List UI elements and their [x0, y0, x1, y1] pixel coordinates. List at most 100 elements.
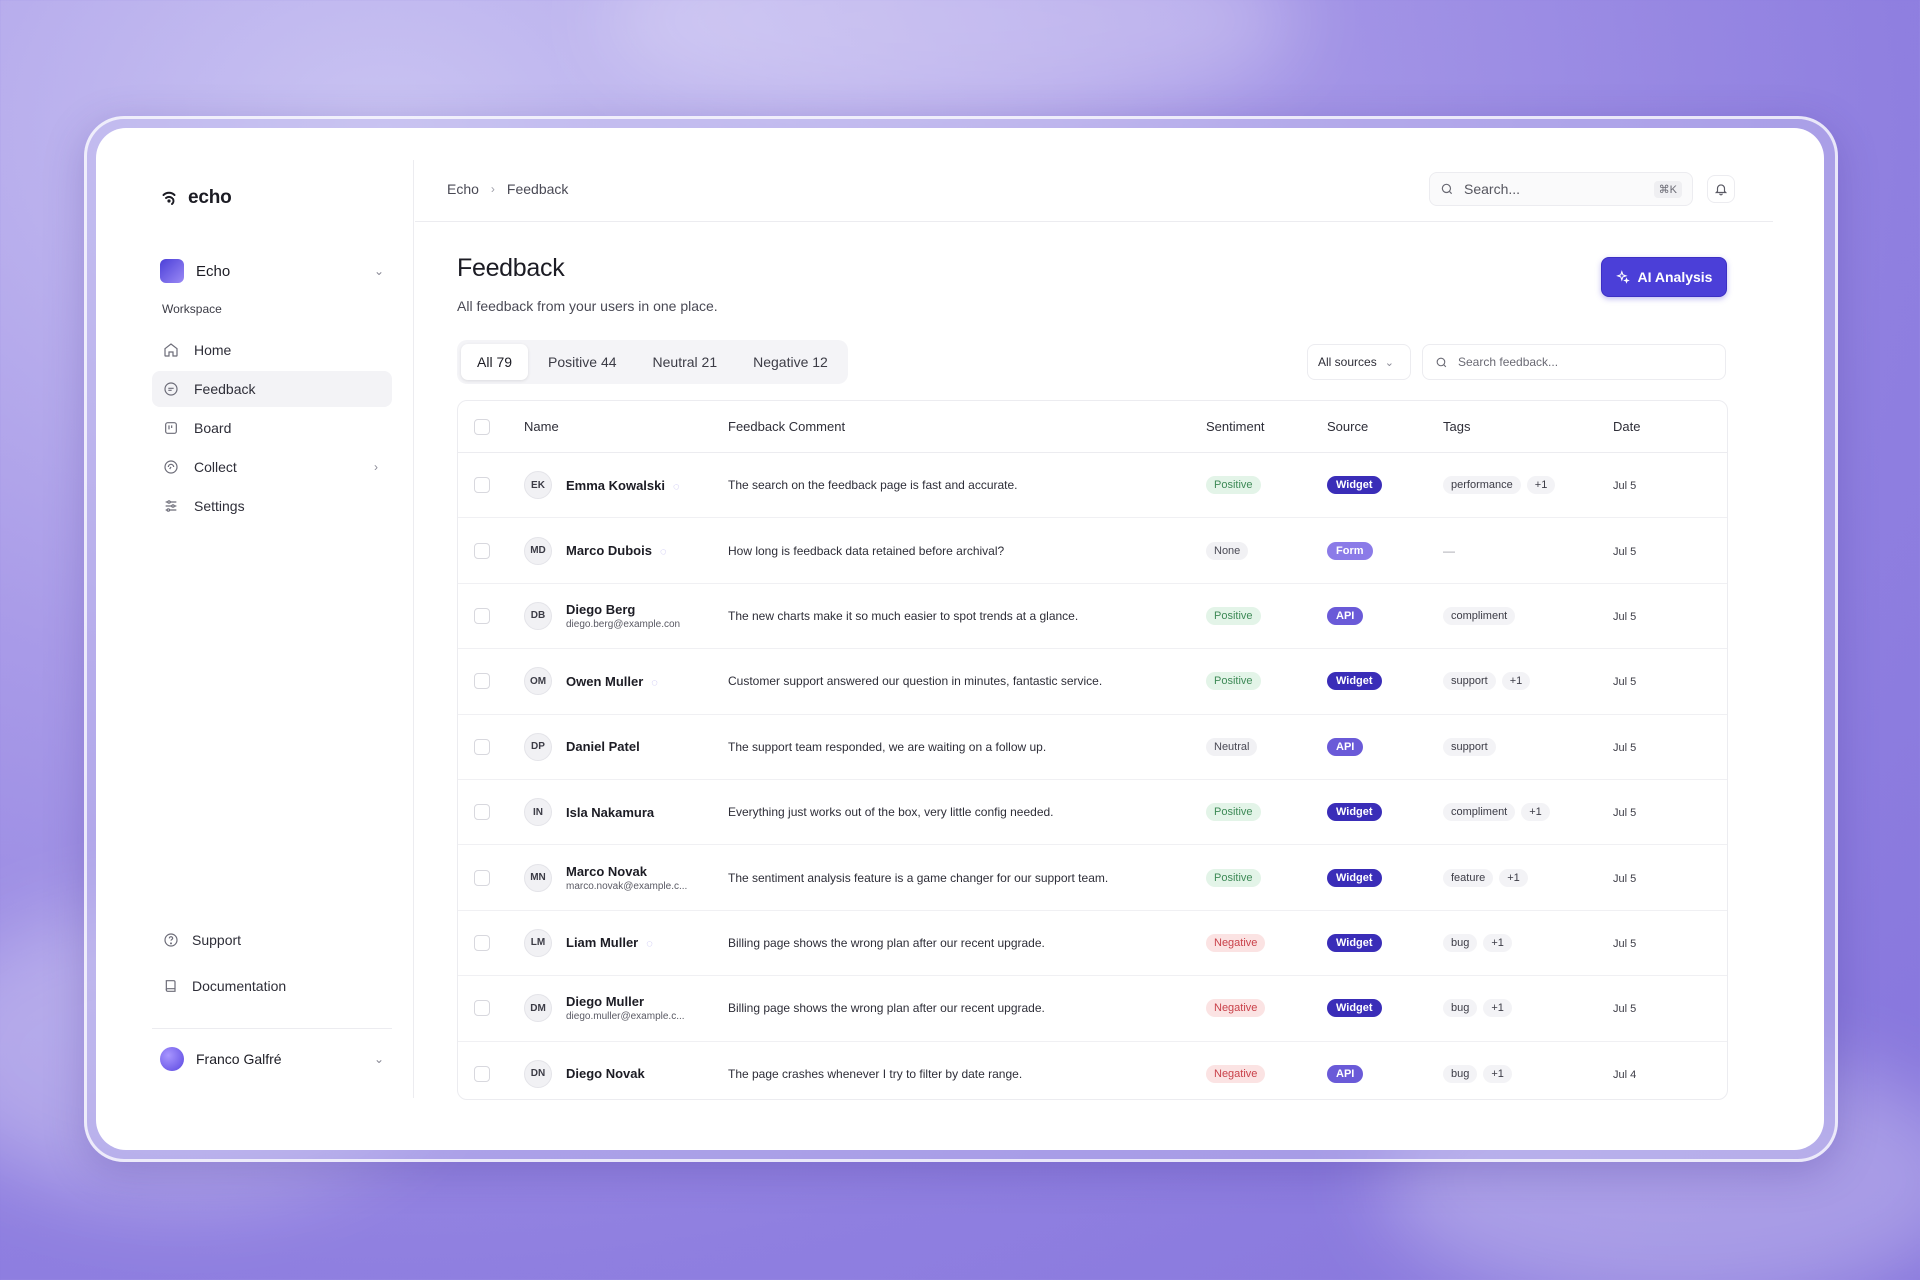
tag-badge[interactable]: bug — [1443, 999, 1478, 1018]
table-row[interactable]: OM Owen Muller ◌ Customer support answered … — [458, 649, 1727, 715]
row-comment: How long is feedback data retained befor… — [728, 543, 1005, 558]
sidebar-item-board[interactable]: Board — [152, 410, 392, 446]
tag-badge[interactable]: +1 — [1483, 933, 1512, 952]
workspace-switcher[interactable]: Echo ⌄ — [160, 258, 384, 284]
tag-badge[interactable]: +1 — [1499, 868, 1528, 887]
tag-badge[interactable]: compliment — [1443, 606, 1516, 625]
source-badge: API — [1327, 737, 1364, 756]
row-date: Jul 5 — [1613, 1003, 1637, 1016]
breadcrumb-item-echo[interactable]: Echo — [447, 181, 479, 197]
tab-negative[interactable]: Negative 12 — [737, 344, 844, 380]
notifications-button[interactable] — [1707, 175, 1735, 203]
tag-badge[interactable]: feature — [1443, 868, 1494, 887]
table-row[interactable]: MD Marco Dubois ◌ How long is feedback data… — [458, 518, 1727, 584]
search-shortcut: ⌘K — [1653, 180, 1682, 198]
tag-badge[interactable]: compliment — [1443, 803, 1516, 822]
tag-badge[interactable]: +1 — [1483, 1064, 1512, 1083]
table-row[interactable]: MN Marco Novak marco.novak@example.c... The… — [458, 845, 1727, 911]
row-checkbox[interactable] — [474, 869, 490, 886]
tag-badge[interactable]: bug — [1443, 1064, 1478, 1083]
sentiment-badge: Negative — [1206, 1064, 1266, 1083]
chat-icon: ◌ — [659, 545, 667, 558]
select-all-checkbox[interactable] — [474, 418, 490, 435]
column-header-sentiment[interactable]: Sentiment — [1206, 419, 1327, 434]
breadcrumb-item-feedback: Feedback — [506, 181, 569, 197]
row-checkbox[interactable] — [474, 477, 490, 494]
row-name: Daniel Patel — [566, 739, 640, 755]
table-row[interactable]: LM Liam Muller ◌ Billing page shows the wro… — [458, 911, 1727, 977]
sidebar-item-home[interactable]: Home — [152, 332, 392, 368]
user-name: Franco Galfré — [196, 1051, 282, 1067]
row-checkbox[interactable] — [474, 934, 490, 951]
sidebar-item-collect[interactable]: Collect › — [152, 449, 392, 485]
row-checkbox[interactable] — [474, 1000, 490, 1017]
page-title: Feedback — [457, 254, 565, 282]
row-checkbox[interactable] — [474, 607, 490, 624]
row-checkbox[interactable] — [474, 1065, 490, 1082]
tab-positive[interactable]: Positive 44 — [532, 344, 632, 380]
row-checkbox[interactable] — [474, 738, 490, 755]
avatar: DN — [524, 1059, 552, 1088]
table-row[interactable]: DN Diego Novak The page crashes whenever I… — [458, 1042, 1727, 1099]
feedback-table: Name Feedback Comment Sentiment Source T… — [457, 400, 1728, 1100]
column-header-source[interactable]: Source — [1327, 419, 1443, 434]
sidebar-item-label: Settings — [194, 498, 245, 514]
ai-analysis-button[interactable]: AI Analysis — [1601, 257, 1727, 297]
home-icon — [162, 341, 180, 359]
global-search-input[interactable]: Search... ⌘K — [1429, 172, 1693, 206]
tag-badge[interactable]: support — [1443, 672, 1496, 691]
sidebar-item-support[interactable]: Support — [162, 925, 392, 955]
table-row[interactable]: DP Daniel Patel The support team responded… — [458, 715, 1727, 780]
sidebar-item-label: Documentation — [192, 978, 287, 994]
user-menu[interactable]: Franco Galfré ⌄ — [160, 1046, 384, 1072]
row-name: Emma Kowalski — [566, 477, 665, 493]
background-cloud — [600, 0, 1300, 120]
search-placeholder: Search... — [1464, 181, 1521, 197]
row-comment: Billing page shows the wrong plan after … — [728, 935, 1045, 950]
source-badge: Form — [1327, 541, 1373, 560]
sentiment-badge: Positive — [1206, 868, 1261, 887]
row-checkbox[interactable] — [474, 542, 490, 559]
table-row[interactable]: EK Emma Kowalski ◌ The search on the feedba… — [458, 453, 1727, 519]
row-name: Marco Novak — [566, 863, 647, 879]
row-checkbox[interactable] — [474, 804, 490, 821]
tag-badge[interactable]: bug — [1443, 933, 1478, 952]
avatar: EK — [524, 471, 552, 500]
row-date: Jul 5 — [1613, 480, 1637, 493]
tab-all[interactable]: All 79 — [461, 344, 529, 380]
sentiment-badge: Negative — [1206, 999, 1266, 1018]
chevron-right-icon: › — [490, 182, 495, 196]
source-filter-value: All sources — [1318, 355, 1377, 369]
source-badge: Widget — [1327, 999, 1382, 1018]
column-header-comment[interactable]: Feedback Comment — [728, 419, 1206, 434]
sidebar-item-settings[interactable]: Settings — [152, 488, 392, 524]
tag-badge[interactable]: support — [1443, 737, 1496, 756]
sidebar-item-documentation[interactable]: Documentation — [162, 971, 392, 1001]
sidebar-item-feedback[interactable]: Feedback — [152, 371, 392, 407]
source-badge: Widget — [1327, 672, 1382, 691]
logo[interactable]: echo — [160, 186, 232, 210]
feedback-search-input[interactable]: Search feedback... — [1422, 344, 1726, 380]
tag-badge[interactable]: +1 — [1521, 803, 1550, 822]
tab-neutral[interactable]: Neutral 21 — [637, 344, 734, 380]
tag-badge[interactable]: +1 — [1526, 476, 1556, 495]
column-header-name[interactable]: Name — [524, 419, 728, 434]
table-row[interactable]: IN Isla Nakamura Everything just works out… — [458, 780, 1727, 846]
sidebar-item-label: Board — [194, 420, 232, 436]
table-body: EK Emma Kowalski ◌ The search on the feedba… — [458, 453, 1727, 1099]
chat-icon: ◌ — [673, 480, 680, 493]
avatar: DM — [524, 994, 552, 1023]
row-date: Jul 4 — [1613, 1068, 1637, 1081]
table-row[interactable]: DB Diego Berg diego.berg@example.con The ne… — [458, 584, 1727, 650]
table-row[interactable]: DM Diego Muller diego.muller@example.c... B… — [458, 976, 1727, 1042]
tag-badge[interactable]: +1 — [1501, 672, 1531, 691]
source-filter-select[interactable]: All sources ⌄ — [1307, 344, 1411, 380]
tag-badge[interactable]: performance — [1443, 476, 1521, 495]
tag-badge[interactable]: +1 — [1483, 999, 1512, 1018]
chevron-down-icon: ⌄ — [1384, 356, 1394, 369]
sentiment-badge: Positive — [1206, 803, 1261, 822]
column-header-date[interactable]: Date — [1613, 419, 1713, 434]
column-header-tags[interactable]: Tags — [1443, 419, 1613, 434]
chat-icon: ◌ — [646, 938, 653, 951]
row-checkbox[interactable] — [474, 673, 490, 690]
